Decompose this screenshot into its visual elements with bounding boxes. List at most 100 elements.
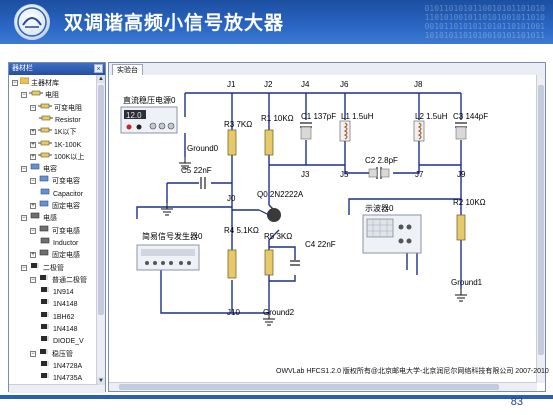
dc-source-label: 直流稳压电源0 xyxy=(123,95,176,105)
expand-icon[interactable]: + xyxy=(30,153,36,160)
ground-symbol-c5 xyxy=(161,203,173,216)
tree-item-label: Resistor xyxy=(55,116,81,124)
circuit-canvas[interactable]: 12.0 直流稳压电源0 Ground0 R3 7KΩ R1 10KΩ C1 1… xyxy=(109,75,545,391)
tree-item[interactable]: DIODE_V xyxy=(39,335,84,347)
tree-item[interactable]: 1BH62 xyxy=(39,311,74,323)
junction-j8: J8 xyxy=(414,80,423,89)
expand-icon[interactable]: + xyxy=(30,252,36,259)
tree-item[interactable]: Inductor xyxy=(39,237,78,249)
wires xyxy=(136,92,462,314)
resistor-r2[interactable] xyxy=(456,214,466,241)
r3-label: R3 7KΩ xyxy=(224,120,252,129)
resistor-r1[interactable] xyxy=(264,129,274,156)
inductor-icon xyxy=(38,249,50,261)
tree-item[interactable]: − 可变电感 xyxy=(30,225,80,237)
close-icon[interactable]: × xyxy=(94,64,103,73)
tree-item-label: 电感 xyxy=(43,215,57,223)
resistor-r5[interactable] xyxy=(264,249,274,276)
capacitor-c4[interactable] xyxy=(290,260,300,266)
tree-item-label: 1K-100K xyxy=(54,141,82,149)
collapse-icon[interactable]: − xyxy=(21,215,27,222)
tree-item[interactable]: 1N4728A xyxy=(39,360,82,372)
workspace-hscrollbar[interactable] xyxy=(109,382,537,391)
tree-item-label: 稳压管 xyxy=(52,350,73,358)
collapse-icon[interactable]: − xyxy=(30,350,36,357)
collapse-icon[interactable]: − xyxy=(21,166,27,173)
diode-icon xyxy=(39,286,51,298)
tree-item-label: 主器材库 xyxy=(31,79,59,87)
tree-item[interactable]: Capacitor xyxy=(39,188,83,200)
dc-display: 12.0 xyxy=(126,111,142,120)
c2-label: C2 2.8pF xyxy=(365,156,398,165)
capacitor-icon xyxy=(38,200,50,212)
tree-item[interactable]: − 二极管 xyxy=(21,262,64,274)
inductor-icon xyxy=(38,225,50,237)
tree-item-label: 普通二极管 xyxy=(52,276,87,284)
resistor-icon xyxy=(38,126,52,138)
tree-item[interactable]: +1K-100K xyxy=(30,139,81,151)
tree-item[interactable]: − 可变电阻 xyxy=(30,102,82,114)
tree-item[interactable]: + 固定电容 xyxy=(30,200,80,212)
inductor-l2[interactable] xyxy=(413,120,425,142)
ground2-label: Ground2 xyxy=(263,308,295,317)
tree-scrollbar[interactable]: ▲ ▼ xyxy=(96,75,105,393)
tree-item[interactable]: − 电阻 xyxy=(21,89,59,101)
dc-power-supply[interactable]: 12.0 xyxy=(120,106,178,134)
junction-j5: J5 xyxy=(340,170,349,179)
collapse-icon[interactable]: − xyxy=(21,264,27,271)
tree-item[interactable]: + 固定电感 xyxy=(30,249,80,261)
tree-item[interactable]: 1N4148 xyxy=(39,298,78,310)
expand-icon[interactable]: + xyxy=(30,141,36,148)
capacitor-c3[interactable] xyxy=(455,122,467,140)
junction-j0: J0 xyxy=(227,194,236,203)
oscilloscope[interactable] xyxy=(362,214,422,254)
collapse-icon[interactable]: − xyxy=(30,178,36,185)
ground1-label: Ground1 xyxy=(451,278,483,287)
collapse-icon[interactable]: − xyxy=(21,92,27,99)
resistor-icon xyxy=(38,139,52,151)
tree-item[interactable]: − 稳压管 xyxy=(30,348,73,360)
slide-title: 双调谐高频小信号放大器 xyxy=(64,12,285,34)
tree-item[interactable]: 1N4735A xyxy=(39,372,82,384)
tree-item[interactable]: − 可变电容 xyxy=(30,175,80,187)
capacitor-c1[interactable] xyxy=(300,122,312,140)
resistor-icon xyxy=(39,114,53,126)
tree-item[interactable]: 1N914 xyxy=(39,286,74,298)
workspace-vscrollbar[interactable] xyxy=(536,75,545,383)
scroll-thumb[interactable] xyxy=(98,85,104,315)
expand-icon[interactable]: + xyxy=(30,129,36,136)
tree-hscrollbar[interactable] xyxy=(9,384,99,393)
signal-generator[interactable] xyxy=(136,244,200,271)
tree-item-label: 100K以上 xyxy=(54,153,85,161)
tree-item[interactable]: − 电感 xyxy=(21,212,57,224)
tree-item[interactable]: − 主器材库 xyxy=(12,77,59,89)
collapse-icon[interactable]: − xyxy=(30,276,36,283)
ground0-label: Ground0 xyxy=(187,144,219,153)
inductor-l1[interactable] xyxy=(339,120,351,142)
tree-item-label: 可变电容 xyxy=(52,178,80,186)
transistor-q0[interactable] xyxy=(258,208,281,222)
resistor-r4[interactable] xyxy=(227,249,237,279)
vscroll-thumb[interactable] xyxy=(538,85,544,355)
tree-item[interactable]: 1N4148 xyxy=(39,323,78,335)
collapse-icon[interactable]: − xyxy=(12,80,18,86)
hscroll-thumb[interactable] xyxy=(119,384,499,390)
diode-icon xyxy=(38,274,50,286)
resistor-r3[interactable] xyxy=(227,129,237,156)
expand-icon[interactable]: + xyxy=(30,203,36,209)
diode-icon xyxy=(39,335,51,347)
inductor-icon xyxy=(29,212,41,224)
c3-label: C3 144pF xyxy=(453,112,488,121)
collapse-icon[interactable]: − xyxy=(30,104,36,111)
tree-item[interactable]: +1K以下 xyxy=(30,126,77,138)
tree-item[interactable]: Resistor xyxy=(39,114,81,126)
scroll-up-icon[interactable]: ▲ xyxy=(97,75,105,83)
capacitor-c2[interactable] xyxy=(368,167,390,179)
tree-item[interactable]: − 电容 xyxy=(21,163,57,175)
tree-item[interactable]: − 普通二极管 xyxy=(30,274,87,286)
tree-item[interactable]: +100K以上 xyxy=(30,151,84,163)
collapse-icon[interactable]: − xyxy=(30,227,36,234)
capacitor-c5[interactable] xyxy=(200,177,206,189)
wire-osc-probe xyxy=(406,253,418,275)
c1-label: C1 137pF xyxy=(301,112,336,121)
